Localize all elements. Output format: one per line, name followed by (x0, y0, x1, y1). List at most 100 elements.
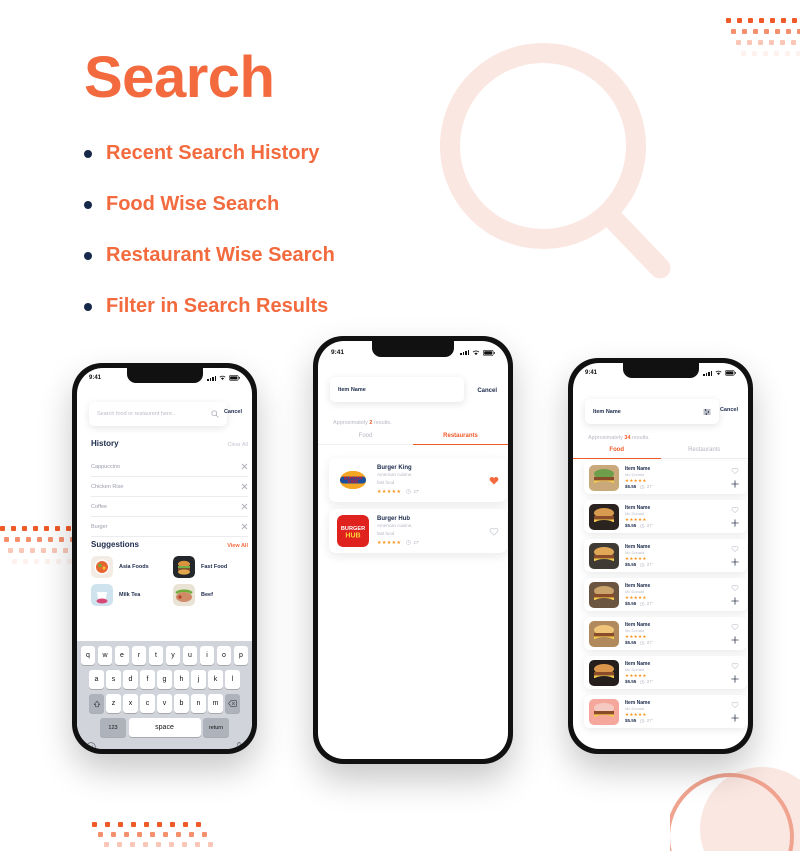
feature-label: Recent Search History (106, 142, 320, 164)
key[interactable]: q (80, 646, 96, 665)
key[interactable]: x (123, 694, 138, 713)
microphone-icon[interactable] (235, 742, 243, 749)
key[interactable]: l (225, 670, 240, 689)
close-icon[interactable] (241, 523, 248, 530)
food-card[interactable]: Item Name Mc Donald ★★★★★ $5.55 27' (584, 617, 747, 650)
suggestion-item[interactable]: Fast Food (173, 556, 227, 578)
filter-sliders-icon[interactable] (703, 408, 711, 416)
key[interactable]: o (216, 646, 232, 665)
cancel-button[interactable]: Cancel (720, 407, 738, 413)
history-item-label: Chicken Rise (91, 483, 124, 490)
phone2-screen: 9:41 Item Name Cancel Approximately 2 re… (318, 341, 508, 759)
heart-icon-outline[interactable] (489, 527, 499, 536)
add-button[interactable] (731, 597, 739, 605)
search-icon[interactable] (211, 410, 219, 418)
add-button[interactable] (731, 714, 739, 722)
key[interactable]: z (106, 694, 121, 713)
delivery-time: 27' (640, 679, 653, 684)
key[interactable]: d (123, 670, 138, 689)
key[interactable]: i (199, 646, 215, 665)
cancel-button[interactable]: Cancel (477, 388, 497, 394)
virtual-keyboard[interactable]: q w e r t y u i o p a s d f g h j k l z … (77, 641, 252, 749)
add-button[interactable] (731, 480, 739, 488)
heart-icon-outline[interactable] (731, 662, 739, 670)
key[interactable]: y (165, 646, 181, 665)
cancel-button[interactable]: Cancel (224, 409, 242, 415)
heart-icon-outline[interactable] (731, 584, 739, 592)
key[interactable]: s (106, 670, 121, 689)
view-all-button[interactable]: View All (227, 543, 248, 549)
history-item[interactable]: Cappuccino (91, 457, 248, 477)
delivery-time-value: 27' (646, 601, 653, 607)
add-button[interactable] (731, 636, 739, 644)
emoji-icon[interactable] (86, 742, 96, 749)
restaurant-desc-2: fast food (377, 531, 395, 536)
heart-icon-outline[interactable] (731, 545, 739, 553)
key[interactable]: b (174, 694, 189, 713)
key[interactable]: v (157, 694, 172, 713)
clock-icon (640, 523, 645, 528)
history-item[interactable]: Burger (91, 517, 248, 537)
heart-icon-outline[interactable] (731, 467, 739, 475)
key[interactable]: g (157, 670, 172, 689)
key[interactable]: p (233, 646, 249, 665)
tab-food[interactable]: Food (318, 433, 413, 445)
food-price: $5.55 (625, 679, 637, 685)
shift-icon[interactable] (89, 694, 104, 713)
key[interactable]: n (191, 694, 206, 713)
heart-icon-outline[interactable] (731, 623, 739, 631)
key[interactable]: u (182, 646, 198, 665)
history-item[interactable]: Chicken Rise (91, 477, 248, 497)
cellular-bars-icon (207, 375, 216, 381)
clear-all-button[interactable]: Clear All (228, 442, 248, 448)
heart-icon-outline[interactable] (731, 506, 739, 514)
tab-restaurants[interactable]: Restaurants (660, 447, 748, 459)
add-button[interactable] (731, 519, 739, 527)
search-input[interactable]: Search food or restaurent here.. (89, 402, 227, 426)
keyboard-row-3: z x c v b n m (77, 694, 252, 713)
heart-icon-filled[interactable] (489, 476, 499, 485)
food-card[interactable]: Item Name Mc Donald ★★★★★ $5.55 27' (584, 695, 747, 728)
restaurant-card[interactable]: BURGER HUB Burger Hub American cuisine, … (329, 509, 507, 553)
restaurant-card[interactable]: BURGER KING Burger King American cuisine… (329, 458, 507, 502)
backspace-icon[interactable] (225, 694, 240, 713)
space-key[interactable]: space (128, 718, 201, 737)
suggestion-item[interactable]: Beef (173, 584, 213, 606)
key[interactable]: k (208, 670, 223, 689)
phone-mockup-search-history: 9:41 Search food or restaurent here.. Ca… (72, 363, 257, 754)
numeric-key[interactable]: 123 (100, 718, 126, 737)
key[interactable]: w (97, 646, 113, 665)
key[interactable]: e (114, 646, 130, 665)
return-key[interactable]: return (203, 718, 229, 737)
food-card[interactable]: Item Name Mc Donald ★★★★★ $5.55 27' (584, 500, 747, 533)
add-button[interactable] (731, 675, 739, 683)
search-input[interactable]: Item Name (330, 377, 464, 402)
close-icon[interactable] (241, 483, 248, 490)
search-input[interactable]: Item Name (585, 399, 719, 424)
food-card[interactable]: Item Name Mc Donald ★★★★★ $5.55 27' (584, 656, 747, 689)
key[interactable]: f (140, 670, 155, 689)
history-item[interactable]: Coffee (91, 497, 248, 517)
tab-restaurants[interactable]: Restaurants (413, 433, 508, 445)
close-icon[interactable] (241, 463, 248, 470)
suggestion-item[interactable]: Asia Foods (91, 556, 149, 578)
add-button[interactable] (731, 558, 739, 566)
key[interactable]: a (89, 670, 104, 689)
close-icon[interactable] (241, 503, 248, 510)
heart-icon-outline[interactable] (731, 701, 739, 709)
food-card[interactable]: Item Name Mc Donald ★★★★★ $5.55 27' (584, 578, 747, 611)
key[interactable]: r (131, 646, 147, 665)
food-vendor: Mc Donald (625, 589, 645, 595)
wifi-icon (219, 375, 226, 380)
key[interactable]: c (140, 694, 155, 713)
key[interactable]: m (208, 694, 223, 713)
food-card[interactable]: Item Name Mc Donald ★★★★★ $5.55 27' (584, 539, 747, 572)
key[interactable]: j (191, 670, 206, 689)
suggestions-title: Suggestions (91, 540, 140, 549)
key[interactable]: h (174, 670, 189, 689)
food-card[interactable]: Item Name Mc Donald ★★★★★ $5.55 27' (584, 461, 747, 494)
suggestion-item[interactable]: Milk Tea (91, 584, 140, 606)
tab-food[interactable]: Food (573, 447, 661, 459)
key[interactable]: t (148, 646, 164, 665)
bullet-dot-icon (84, 302, 92, 311)
